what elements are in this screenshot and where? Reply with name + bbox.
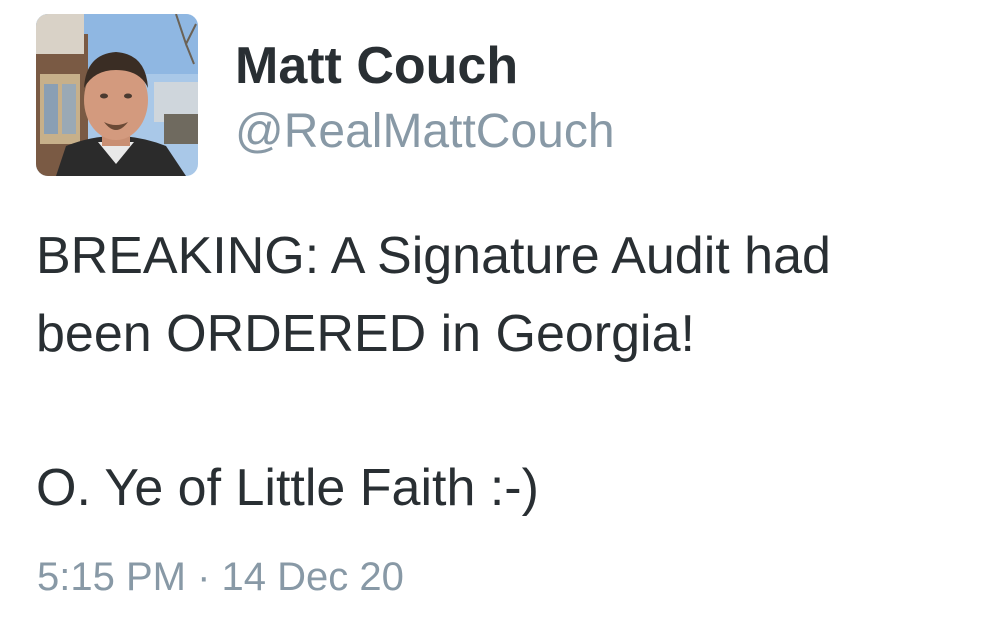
author-handle[interactable]: @RealMattCouch bbox=[235, 102, 615, 162]
tweet-text-line: BREAKING: A Signature Audit had bbox=[36, 227, 831, 285]
tweet-text-line: been ORDERED in Georgia! bbox=[36, 305, 695, 363]
tweet-text-line: O. Ye of Little Faith :-) bbox=[36, 459, 539, 517]
tweet-text: BREAKING: A Signature Audit had been ORD… bbox=[36, 217, 976, 527]
avatar-photo-icon bbox=[36, 14, 198, 176]
avatar[interactable] bbox=[36, 14, 198, 176]
tweet-paragraph-gap bbox=[36, 373, 976, 449]
tweet-card: Matt Couch @RealMattCouch BREAKING: A Si… bbox=[0, 0, 1001, 618]
tweet-timestamp[interactable]: 5:15 PM · 14 Dec 20 bbox=[37, 552, 404, 602]
author-display-name[interactable]: Matt Couch bbox=[235, 34, 518, 98]
